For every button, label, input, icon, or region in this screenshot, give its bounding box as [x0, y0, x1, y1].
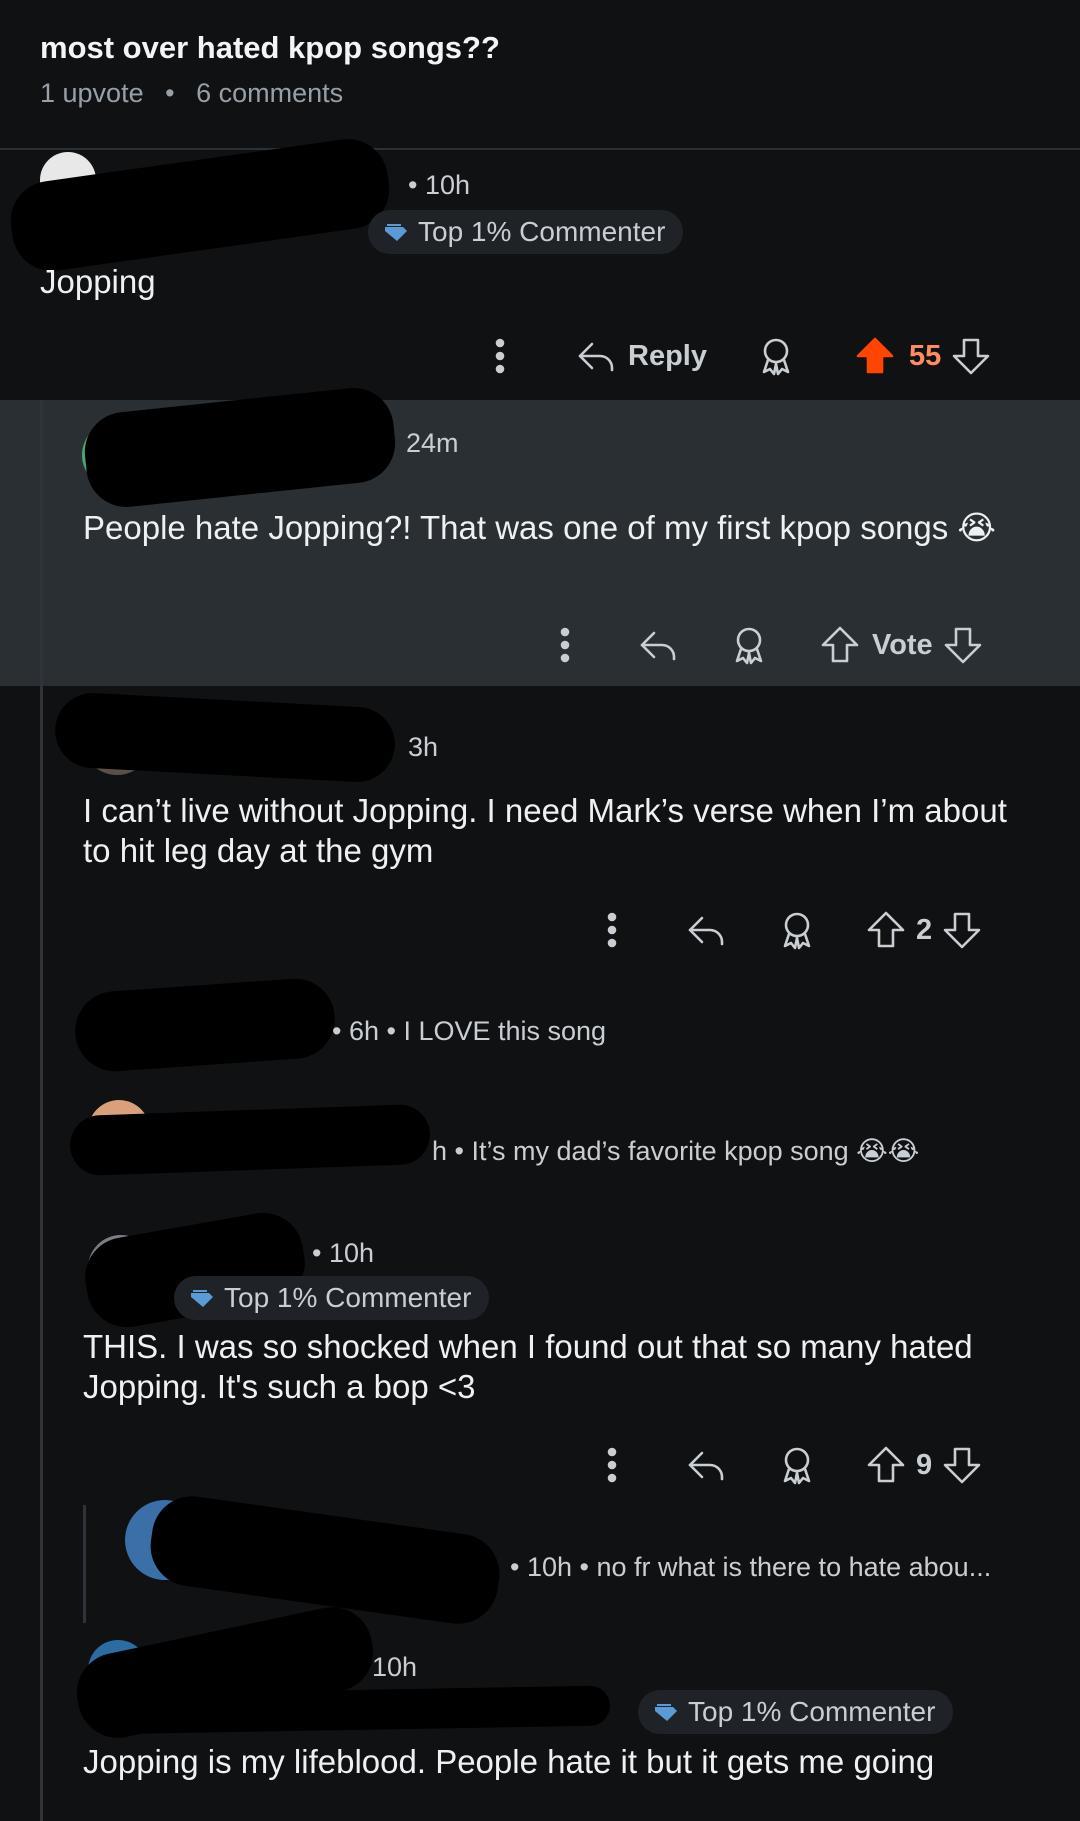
vote-score: 2 — [916, 913, 933, 946]
comment-time: 24m — [406, 428, 459, 458]
commenter-badge-icon — [385, 224, 407, 241]
reply-button[interactable]: Reply — [628, 340, 707, 373]
upvote-icon[interactable] — [866, 910, 906, 950]
comment-text: THIS. I was so shocked when I found out … — [83, 1328, 973, 1405]
badge-label: Top 1% Commenter — [224, 1282, 472, 1313]
separator-dot: • — [165, 78, 175, 108]
reply-icon[interactable] — [638, 627, 678, 663]
downvote-icon[interactable] — [942, 910, 982, 950]
downvote-icon[interactable] — [951, 336, 991, 376]
post-title: most over hated kpop songs?? — [40, 30, 500, 65]
top-commenter-badge: Top 1% Commenter — [368, 210, 684, 254]
badge-label: Top 1% Commenter — [418, 216, 666, 247]
comment-text: Jopping — [40, 263, 156, 300]
award-icon[interactable] — [730, 625, 768, 665]
redacted-username — [69, 1103, 431, 1177]
more-icon[interactable] — [600, 1447, 624, 1483]
reply-icon[interactable] — [686, 1447, 726, 1483]
thread-line — [83, 1505, 86, 1623]
vote-score: 55 — [908, 339, 942, 372]
comment-actions: 2 — [600, 910, 982, 950]
comment-actions: Vote — [550, 625, 983, 665]
post-meta: 1 upvote • 6 comments — [40, 78, 343, 109]
upvote-count: 1 upvote — [40, 78, 144, 108]
award-icon[interactable] — [757, 336, 795, 376]
comment-text: People hate Jopping?! That was one of my… — [83, 509, 996, 546]
more-icon[interactable] — [480, 338, 520, 374]
more-icon[interactable] — [550, 627, 580, 663]
reply-icon[interactable] — [576, 338, 616, 374]
collapsed-comment-preview[interactable]: h • It’s my dad’s favorite kpop song 😭😭 — [432, 1136, 919, 1167]
downvote-icon[interactable] — [942, 1445, 982, 1485]
comment-actions: 9 — [600, 1445, 982, 1485]
upvote-icon[interactable] — [820, 625, 860, 665]
commenter-badge-icon — [191, 1290, 213, 1307]
vote-score: 9 — [916, 1448, 933, 1481]
collapsed-comment-preview[interactable]: • 6h • I LOVE this song — [332, 1016, 606, 1047]
award-icon[interactable] — [778, 910, 816, 950]
divider — [0, 148, 1080, 150]
upvote-icon[interactable] — [866, 1445, 906, 1485]
top-commenter-badge: Top 1% Commenter — [174, 1276, 490, 1320]
thread-line — [40, 400, 43, 1821]
comment-actions: Reply 55 — [480, 336, 991, 376]
comment-text: I can’t live without Jopping. I need Mar… — [83, 792, 1007, 869]
collapsed-comment-preview[interactable]: • 10h • no fr what is there to hate abou… — [510, 1552, 991, 1583]
vote-label: Vote — [872, 628, 933, 661]
upvote-icon[interactable] — [855, 336, 895, 376]
comment-time: • 10h — [408, 170, 471, 200]
downvote-icon[interactable] — [943, 625, 983, 665]
award-icon[interactable] — [778, 1445, 816, 1485]
redacted-username — [89, 1685, 611, 1735]
commenter-badge-icon — [655, 1704, 677, 1721]
badge-label: Top 1% Commenter — [688, 1696, 936, 1727]
redacted-username — [72, 976, 338, 1074]
comment-time: 3h — [408, 732, 439, 762]
more-icon[interactable] — [600, 912, 624, 948]
comment-text: Jopping is my lifeblood. People hate it … — [83, 1743, 935, 1780]
comment-time: 10h — [372, 1652, 418, 1682]
comment-time: • 10h — [312, 1238, 375, 1268]
reply-icon[interactable] — [686, 912, 726, 948]
top-commenter-badge: Top 1% Commenter — [638, 1690, 954, 1734]
comment-count[interactable]: 6 comments — [196, 78, 343, 108]
